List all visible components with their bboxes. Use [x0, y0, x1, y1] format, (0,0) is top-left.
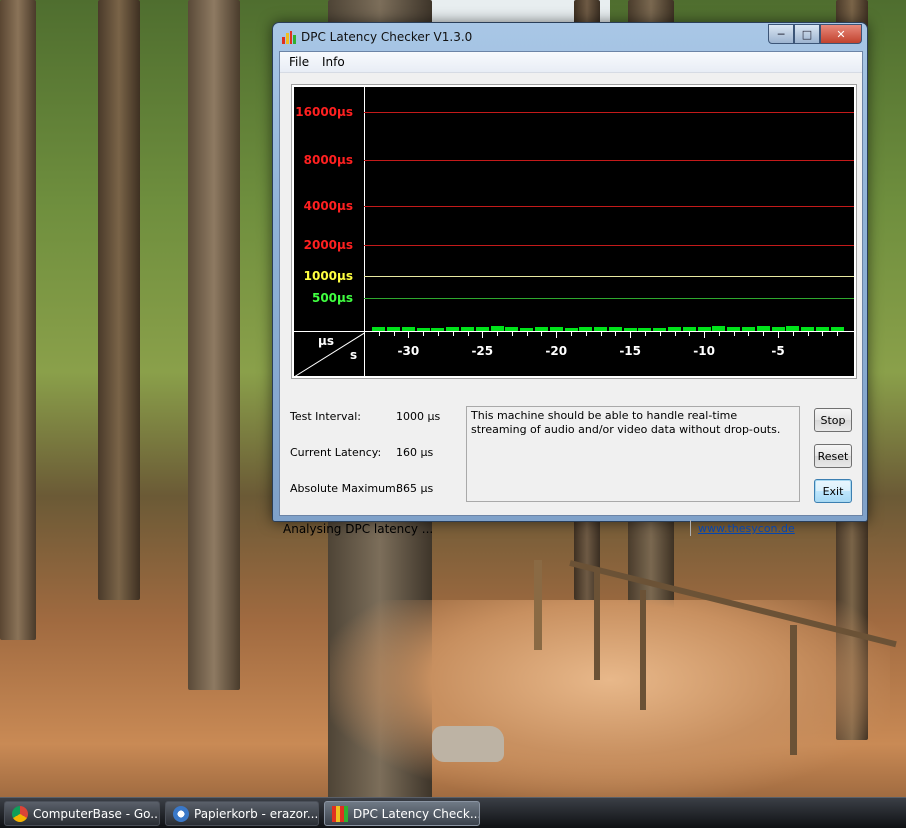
absolute-maximum-value: 865 µs: [396, 482, 434, 495]
x-minor-tick: [718, 332, 720, 336]
y-tick-label: 1000µs: [303, 269, 353, 283]
absolute-maximum-label: Absolute Maximum:: [290, 482, 400, 495]
status-message-box: This machine should be able to handle re…: [466, 406, 800, 502]
wallpaper-railing: [640, 590, 646, 710]
x-minor-tick: [807, 332, 809, 336]
test-interval-label: Test Interval:: [290, 410, 361, 423]
taskbar-item-label: Papierkorb - erazor...: [194, 806, 319, 821]
wallpaper-tree: [0, 0, 36, 640]
exit-button[interactable]: Exit: [814, 479, 852, 503]
minimize-icon: ─: [777, 27, 785, 41]
x-minor-tick: [437, 332, 439, 336]
x-tick-label: -20: [545, 344, 568, 358]
x-minor-tick: [497, 332, 499, 336]
reset-button[interactable]: Reset: [814, 444, 852, 468]
x-minor-tick: [526, 332, 528, 336]
wallpaper-path: [330, 600, 890, 800]
window-client-area: File Info 16000µs 8000µs 4000µs 2000µs 1…: [279, 51, 863, 536]
taskbar-item-dpc-latency[interactable]: DPC Latency Check...: [324, 801, 480, 826]
x-minor-tick: [674, 332, 676, 336]
x-minor-tick: [615, 332, 617, 336]
dpc-app-icon: [282, 31, 296, 44]
taskbar-item-papierkorb[interactable]: Papierkorb - erazor...: [165, 801, 319, 826]
x-tick-label: -5: [771, 344, 785, 358]
x-minor-tick: [482, 332, 484, 336]
x-minor-tick: [408, 332, 410, 336]
latency-bars: [364, 87, 854, 331]
x-minor-tick: [423, 332, 425, 336]
x-minor-tick: [778, 332, 780, 336]
x-minor-tick: [378, 332, 380, 336]
x-minor-tick: [585, 332, 587, 336]
x-minor-tick: [467, 332, 469, 336]
x-minor-tick: [630, 332, 632, 336]
current-latency-value: 160 µs: [396, 446, 434, 459]
recycle-bin-icon: [173, 806, 189, 822]
window-title: DPC Latency Checker V1.3.0: [301, 30, 473, 44]
x-minor-tick: [733, 332, 735, 336]
x-axis: -30 -25 -20 -15 -10 -5: [364, 331, 854, 377]
website-link[interactable]: www.thesycon.de: [698, 522, 795, 535]
wallpaper-railing: [790, 625, 797, 755]
x-minor-tick: [393, 332, 395, 336]
x-tick-label: -10: [693, 344, 715, 358]
wallpaper-railing: [534, 560, 542, 650]
wallpaper-tree: [188, 0, 240, 690]
status-text: Analysing DPC latency ...: [283, 522, 434, 536]
menu-file[interactable]: File: [289, 55, 309, 69]
close-button[interactable]: ✕: [820, 24, 862, 44]
x-minor-tick: [792, 332, 794, 336]
current-latency-label: Current Latency:: [290, 446, 382, 459]
x-minor-tick: [659, 332, 661, 336]
y-tick-label: 2000µs: [303, 238, 353, 252]
x-minor-tick: [748, 332, 750, 336]
x-minor-tick: [763, 332, 765, 336]
y-unit-label: µs: [318, 334, 334, 348]
wallpaper-rock: [432, 726, 504, 762]
x-minor-tick: [541, 332, 543, 336]
x-minor-tick: [511, 332, 513, 336]
y-tick-label: 16000µs: [295, 105, 353, 119]
axis-corner: µs s: [294, 331, 365, 377]
status-bar: Analysing DPC latency ... www.thesycon.d…: [280, 518, 862, 538]
chrome-icon: [12, 806, 28, 822]
x-minor-tick: [600, 332, 602, 336]
latency-graph: 16000µs 8000µs 4000µs 2000µs 1000µs 500µ…: [291, 84, 857, 379]
x-minor-tick: [556, 332, 558, 336]
y-tick-label: 8000µs: [303, 153, 353, 167]
close-icon: ✕: [836, 27, 846, 41]
test-interval-value: 1000 µs: [396, 410, 441, 423]
title-bar[interactable]: DPC Latency Checker V1.3.0 ─ □ ✕: [273, 23, 867, 51]
taskbar-item-label: DPC Latency Check...: [353, 806, 480, 821]
menu-info[interactable]: Info: [322, 55, 345, 69]
x-minor-tick: [822, 332, 824, 336]
x-unit-label: s: [350, 348, 358, 362]
taskbar: ComputerBase - Go... Papierkorb - erazor…: [0, 797, 906, 828]
y-tick-label: 500µs: [311, 291, 353, 305]
y-tick-label: 4000µs: [303, 199, 353, 213]
stop-button[interactable]: Stop: [814, 408, 852, 432]
minimize-button[interactable]: ─: [768, 24, 794, 44]
x-minor-tick: [837, 332, 839, 336]
maximize-button[interactable]: □: [794, 24, 820, 44]
x-tick-label: -15: [619, 344, 642, 358]
x-minor-tick: [452, 332, 454, 336]
x-minor-tick: [704, 332, 706, 336]
menu-bar: File Info: [280, 52, 862, 73]
maximize-icon: □: [801, 27, 813, 41]
x-tick-label: -30: [397, 344, 420, 358]
dpc-latency-window: DPC Latency Checker V1.3.0 ─ □ ✕ File In…: [272, 22, 868, 536]
taskbar-item-label: ComputerBase - Go...: [33, 806, 160, 821]
y-axis: 16000µs 8000µs 4000µs 2000µs 1000µs 500µ…: [294, 87, 365, 331]
x-minor-tick: [644, 332, 646, 336]
wallpaper-railing: [594, 570, 600, 680]
dpc-app-icon: [332, 806, 348, 822]
taskbar-item-computerbase[interactable]: ComputerBase - Go...: [4, 801, 160, 826]
wallpaper-tree: [98, 0, 140, 600]
x-minor-tick: [689, 332, 691, 336]
x-tick-label: -25: [471, 344, 494, 358]
x-minor-tick: [571, 332, 573, 336]
caption-buttons: ─ □ ✕: [768, 24, 862, 44]
status-separator: [690, 520, 691, 536]
